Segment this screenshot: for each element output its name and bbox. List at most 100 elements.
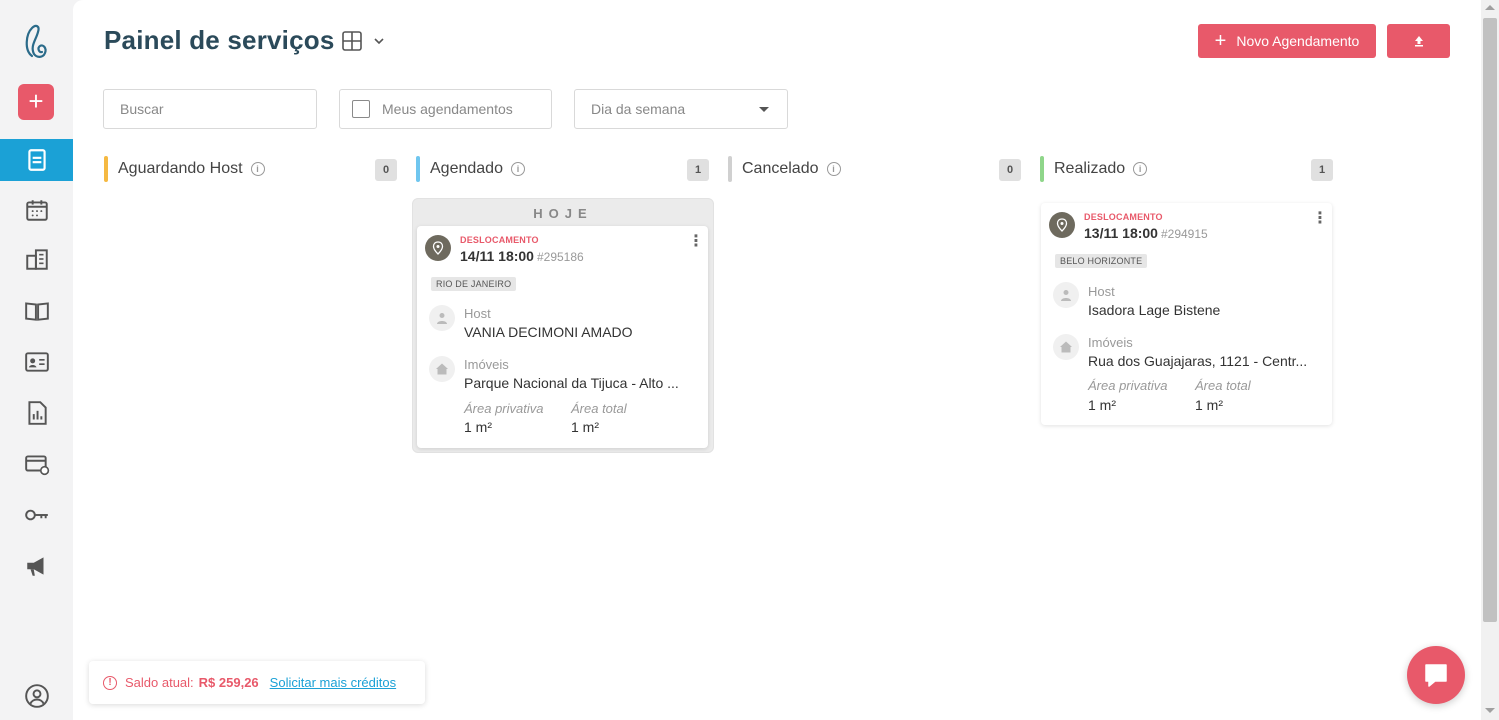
scroll-up-icon[interactable] — [1485, 5, 1495, 10]
column-title: Realizado — [1054, 160, 1126, 177]
home-icon — [1053, 334, 1079, 360]
card-date: 13/11 18:00 — [1084, 225, 1158, 241]
private-area-label: Área privativa — [1088, 378, 1168, 393]
host-label: Host — [1088, 284, 1115, 299]
nav-manuals[interactable] — [0, 290, 73, 332]
plus-icon: + — [1214, 30, 1227, 52]
search-input[interactable] — [120, 101, 316, 117]
card-type: DESLOCAMENTO — [1084, 212, 1163, 222]
column-color-bar — [1040, 156, 1044, 182]
column-title: Agendado — [430, 160, 503, 177]
card-clock-icon — [24, 455, 49, 476]
calendar-icon — [25, 200, 48, 221]
weekday-label: Dia da semana — [591, 101, 686, 117]
my-schedules-checkbox[interactable] — [352, 100, 370, 118]
balance-value: R$ 259,26 — [198, 675, 259, 690]
appointment-card[interactable]: DESLOCAMENTO 14/11 18:00 #295186 ⋮ RIO DE… — [417, 226, 708, 448]
card-id: #295186 — [536, 250, 584, 264]
upload-button[interactable] — [1387, 24, 1450, 58]
nav-properties[interactable] — [0, 238, 73, 280]
nav-user-profile[interactable] — [0, 675, 73, 717]
column-count: 0 — [999, 159, 1021, 181]
property-address: Parque Nacional da Tijuca - Alto ... — [464, 375, 679, 391]
column-header-scheduled: Agendado i — [416, 156, 525, 182]
scroll-thumb[interactable] — [1483, 18, 1497, 622]
nav-payments[interactable] — [0, 443, 73, 485]
report-icon — [27, 401, 47, 425]
grid-icon — [342, 31, 362, 51]
open-book-icon — [24, 302, 49, 321]
scrollbar[interactable] — [1481, 0, 1499, 720]
column-title: Cancelado — [742, 160, 819, 177]
megaphone-icon — [26, 557, 43, 576]
logo-icon[interactable] — [18, 20, 56, 60]
quick-add-button[interactable]: + — [18, 84, 54, 120]
view-toggle[interactable] — [341, 30, 385, 52]
balance-bar: ! Saldo atual: R$ 259,26 Solicitar mais … — [89, 661, 425, 704]
sidebar: + — [0, 0, 73, 720]
search-field[interactable] — [103, 89, 317, 129]
new-appointment-button[interactable]: + Novo Agendamento — [1198, 24, 1376, 58]
nav-reports[interactable] — [0, 392, 73, 434]
private-area-value: 1 m² — [464, 419, 492, 435]
column-header-cancelled: Cancelado i — [728, 156, 841, 182]
info-icon[interactable]: i — [250, 162, 265, 176]
total-area-value: 1 m² — [1195, 397, 1223, 413]
nav-keys[interactable] — [0, 494, 73, 536]
card-type: DESLOCAMENTO — [460, 235, 539, 245]
column-color-bar — [728, 156, 732, 182]
page-title: Painel de serviços — [104, 25, 335, 55]
main-panel: Painel de serviços + Novo Agendamento Me… — [73, 0, 1481, 720]
appointment-card[interactable]: DESLOCAMENTO 13/11 18:00 #294915 ⋮ BELO H… — [1041, 203, 1332, 425]
clipboard-icon — [27, 149, 46, 171]
request-credits-link[interactable]: Solicitar mais créditos — [270, 675, 396, 690]
chat-button[interactable] — [1407, 646, 1465, 704]
column-color-bar — [104, 156, 108, 182]
host-name: VANIA DECIMONI AMADO — [464, 324, 633, 340]
person-icon — [1053, 282, 1079, 308]
card-datetime: 13/11 18:00 #294915 — [1084, 225, 1208, 241]
total-area-value: 1 m² — [571, 419, 599, 435]
alert-circle-icon: ! — [103, 675, 117, 690]
today-label: HOJE — [533, 206, 593, 221]
balance-label: Saldo atual: — [125, 675, 194, 690]
more-vertical-icon[interactable]: ⋮ — [1312, 211, 1328, 227]
card-datetime: 14/11 18:00 #295186 — [460, 248, 584, 264]
property-address: Rua dos Guajajaras, 1121 - Centr... — [1088, 353, 1308, 369]
column-header-waiting-host: Aguardando Host i — [104, 156, 265, 182]
total-area-label: Área total — [1195, 378, 1251, 393]
nav-services-panel[interactable] — [0, 139, 73, 181]
location-pin-icon — [425, 235, 451, 261]
private-area-value: 1 m² — [1088, 397, 1116, 413]
nav-calendar[interactable] — [0, 189, 73, 231]
person-icon — [429, 305, 455, 331]
new-appointment-label: Novo Agendamento — [1236, 33, 1360, 49]
info-icon[interactable]: i — [510, 162, 525, 176]
location-pin-icon — [1049, 212, 1075, 238]
nav-contacts[interactable] — [0, 341, 73, 383]
column-count: 0 — [375, 159, 397, 181]
nav-announcements[interactable] — [0, 545, 73, 587]
column-count: 1 — [1311, 159, 1333, 181]
scroll-down-icon[interactable] — [1485, 708, 1495, 713]
buildings-icon — [25, 249, 48, 270]
user-circle-icon — [24, 684, 49, 708]
column-header-completed: Realizado i — [1040, 156, 1148, 182]
total-area-label: Área total — [571, 401, 627, 416]
host-label: Host — [464, 306, 491, 321]
info-icon[interactable]: i — [1133, 162, 1148, 176]
private-area-label: Área privativa — [464, 401, 544, 416]
city-badge: BELO HORIZONTE — [1055, 254, 1148, 268]
card-id: #294915 — [1160, 227, 1208, 241]
more-vertical-icon[interactable]: ⋮ — [688, 234, 704, 250]
column-count: 1 — [687, 159, 709, 181]
host-name: Isadora Lage Bistene — [1088, 302, 1221, 318]
city-badge: RIO DE JANEIRO — [431, 277, 517, 291]
home-icon — [429, 356, 455, 382]
info-icon[interactable]: i — [826, 162, 841, 176]
chevron-down-icon — [374, 38, 384, 45]
my-schedules-filter[interactable]: Meus agendamentos — [339, 89, 552, 129]
weekday-select[interactable]: Dia da semana — [574, 89, 788, 129]
column-title: Aguardando Host — [118, 160, 243, 177]
card-date: 14/11 18:00 — [460, 248, 534, 264]
